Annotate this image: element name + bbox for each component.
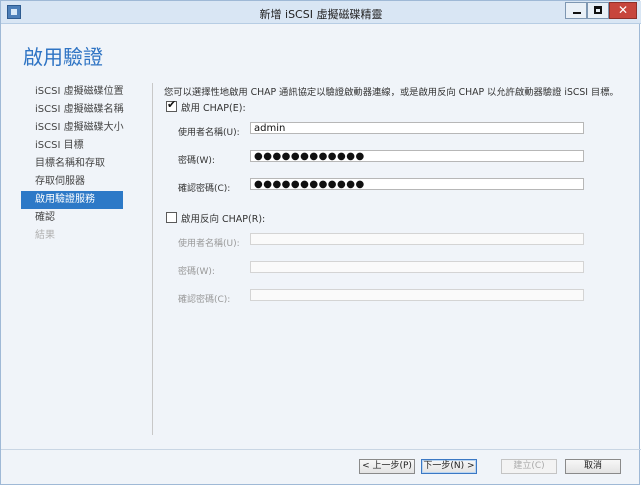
nav-item-enable-authentication[interactable]: 啟用驗證服務 <box>21 191 123 209</box>
reverse-chap-confirm-password-label: 確認密碼(C): <box>178 295 231 305</box>
maximize-button[interactable] <box>587 2 609 19</box>
nav-item-confirmation[interactable]: 確認 <box>21 209 151 227</box>
nav-item-disk-size[interactable]: iSCSI 虛擬磁碟大小 <box>21 119 151 137</box>
nav-item-results: 結果 <box>35 230 55 241</box>
chap-password-field[interactable]: ●●●●●●●●●●●● <box>250 150 584 162</box>
cancel-button[interactable]: 取消 <box>565 459 621 474</box>
nav-item-iscsi-target[interactable]: iSCSI 目標 <box>21 137 151 155</box>
reverse-chap-confirm-password-field <box>250 289 584 301</box>
enable-chap-label: 啟用 CHAP(E): <box>181 103 246 114</box>
reverse-chap-password-field <box>250 261 584 273</box>
create-button: 建立(C) <box>501 459 557 474</box>
page-title: 啟用驗證 <box>23 45 103 69</box>
chap-password-label: 密碼(W): <box>178 156 215 166</box>
maximize-icon <box>594 6 602 14</box>
chap-username-label: 使用者名稱(U): <box>178 128 240 138</box>
title-bar[interactable]: 新增 iSCSI 虛擬磁碟精靈 ✕ <box>1 1 641 24</box>
reverse-chap-username-field <box>250 233 584 245</box>
wizard-nav: iSCSI 虛擬磁碟位置 iSCSI 虛擬磁碟名稱 iSCSI 虛擬磁碟大小 i… <box>21 83 151 245</box>
enable-reverse-chap-checkbox[interactable] <box>166 212 177 223</box>
window-title: 新增 iSCSI 虛擬磁碟精靈 <box>259 8 383 21</box>
nav-item-disk-location[interactable]: iSCSI 虛擬磁碟位置 <box>21 83 151 101</box>
footer-divider <box>1 449 641 450</box>
close-icon: ✕ <box>617 3 629 17</box>
chap-confirm-password-field[interactable]: ●●●●●●●●●●●● <box>250 178 584 190</box>
enable-reverse-chap-label: 啟用反向 CHAP(R): <box>181 214 266 225</box>
chap-confirm-password-label: 確認密碼(C): <box>178 184 231 194</box>
enable-chap-checkbox[interactable] <box>166 98 177 112</box>
minimize-icon <box>573 12 581 14</box>
nav-item-disk-name[interactable]: iSCSI 虛擬磁碟名稱 <box>21 101 151 119</box>
reverse-chap-password-label: 密碼(W): <box>178 267 215 277</box>
nav-divider <box>152 83 153 435</box>
close-button[interactable]: ✕ <box>609 2 637 19</box>
nav-item-target-name-access[interactable]: 目標名稱和存取 <box>21 155 151 173</box>
enable-reverse-chap-row[interactable]: 啟用反向 CHAP(R): <box>166 212 265 226</box>
next-button[interactable]: 下一步(N) > <box>421 459 477 474</box>
reverse-chap-username-label: 使用者名稱(U): <box>178 239 240 249</box>
nav-item-access-servers[interactable]: 存取伺服器 <box>21 173 151 191</box>
enable-chap-row[interactable]: 啟用 CHAP(E): <box>166 98 246 115</box>
description-text: 您可以選擇性地啟用 CHAP 通訊協定以驗證啟動器連線，或是啟用反向 CHAP … <box>164 87 619 98</box>
chap-username-field[interactable]: admin <box>250 122 584 134</box>
minimize-button[interactable] <box>565 2 587 19</box>
wizard-window: 新增 iSCSI 虛擬磁碟精靈 ✕ 啟用驗證 iSCSI 虛擬磁碟位置 iSCS… <box>0 0 641 485</box>
previous-button[interactable]: < 上一步(P) <box>359 459 415 474</box>
